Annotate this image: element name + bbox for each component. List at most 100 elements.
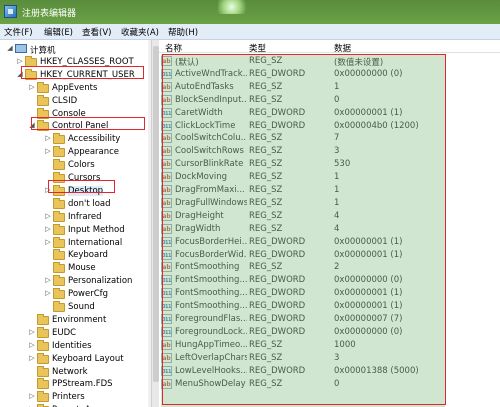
tree-node[interactable]: ▷ PowerCfg (44, 288, 145, 301)
tree-node[interactable]: ◢ 计算机 (6, 43, 145, 56)
tree-node[interactable]: ▷ AppEvents (28, 81, 145, 95)
tree-node[interactable]: Mouse (44, 262, 145, 275)
expand-arrow-icon[interactable]: ▷ (28, 328, 36, 336)
table-row[interactable]: ab BlockSendInput... REG_SZ 0 (159, 94, 500, 106)
table-row[interactable]: 011 FontSmoothing... REG_DWORD 0x00000000 (… (159, 274, 500, 286)
tree-node[interactable]: don't load (44, 197, 145, 211)
window-title: 注册表编辑器 (22, 9, 77, 19)
expand-arrow-icon[interactable]: ▷ (28, 83, 36, 91)
tree-node[interactable]: ▷ Input Method (44, 223, 145, 237)
table-row[interactable]: ab (默认) REG_SZ (数值未设置) (159, 55, 500, 68)
table-row[interactable]: ab CoolSwitchColu... REG_SZ 7 (159, 132, 500, 144)
tree-node[interactable]: ▷ Printers (28, 391, 145, 404)
value-data: 1 (334, 172, 340, 183)
folder-icon (53, 275, 65, 287)
table-row[interactable]: 011 CaretWidth REG_DWORD 0x00000001 (1) (159, 107, 500, 119)
binary-value-icon: 011 (161, 236, 172, 247)
tree-node[interactable]: ▷ Keyboard Layout (28, 352, 145, 366)
tree-node[interactable]: Sound (44, 301, 145, 314)
column-header-data[interactable]: 数据 (334, 42, 351, 54)
tree-node[interactable]: ▷ International (44, 236, 145, 250)
table-row[interactable]: ab FontSmoothing REG_SZ 2 (159, 261, 500, 273)
expand-arrow-icon[interactable]: ▷ (44, 147, 52, 155)
tree-node[interactable]: PPStream.FDS (28, 378, 145, 391)
table-row[interactable]: ab LeftOverlapChars REG_SZ 3 (159, 352, 500, 364)
table-row[interactable]: 011 FontSmoothing... REG_DWORD 0x00000001 (… (159, 287, 500, 299)
table-row[interactable]: ab CursorBlinkRate REG_SZ 530 (159, 158, 500, 170)
table-row[interactable]: 011 ForegroundLock... REG_DWORD 0x00000000 … (159, 326, 500, 338)
expand-arrow-icon[interactable]: ▷ (44, 225, 52, 233)
tree-node[interactable]: Environment (28, 313, 145, 327)
tree-node[interactable]: Network (28, 365, 145, 379)
tree-node[interactable]: ▷ Infrared (44, 210, 145, 224)
menu-view[interactable]: 查看(V) (82, 26, 111, 38)
expand-arrow-icon[interactable]: ▷ (44, 289, 52, 297)
table-row[interactable]: 011 LowLevelHooks... REG_DWORD 0x00001388 (… (159, 365, 500, 377)
table-row[interactable]: ab CoolSwitchRows REG_SZ 3 (159, 145, 500, 157)
registry-tree[interactable]: ◢ 计算机 ▷ HKEY_CLASSES_ROOT ◢ HKEY_CURRENT_USER… (0, 40, 148, 407)
expand-arrow-icon[interactable]: ▷ (28, 354, 36, 362)
expand-arrow-icon[interactable]: ▷ (16, 57, 24, 65)
table-row[interactable]: ab DragFromMaxi... REG_SZ 1 (159, 184, 500, 196)
table-row[interactable]: 011 FocusBorderHei... REG_DWORD 0x00000001 … (159, 236, 500, 248)
tree-node[interactable]: ▷ Identities (28, 339, 145, 353)
tree-scrollbar[interactable] (151, 40, 159, 407)
expand-arrow-icon[interactable]: ▷ (44, 134, 52, 142)
column-header-type[interactable]: 类型 (249, 42, 266, 54)
tree-node-label: PPStream.FDS (52, 379, 113, 390)
tree-node[interactable]: Keyboard (44, 249, 145, 262)
binary-value-icon: 011 (161, 301, 172, 312)
expand-arrow-icon[interactable]: ▷ (44, 212, 52, 220)
collapse-arrow-icon[interactable]: ◢ (28, 121, 36, 129)
tree-node[interactable]: ▷ Accessibility (44, 133, 145, 146)
table-row[interactable]: ab MenuShowDelay REG_SZ 0 (159, 378, 500, 390)
tree-node-label: PowerCfg (68, 289, 109, 300)
expand-arrow-icon[interactable]: ▷ (44, 276, 52, 284)
collapse-arrow-icon[interactable]: ◢ (6, 44, 14, 52)
table-row[interactable]: 011 FontSmoothing... REG_DWORD 0x00000001 (… (159, 300, 500, 312)
collapse-arrow-icon[interactable]: ◢ (16, 70, 24, 78)
table-row[interactable]: 011 ClickLockTime REG_DWORD 0x000004b0 (120… (159, 120, 500, 132)
tree-node[interactable]: Colors (44, 159, 145, 172)
tree-node[interactable]: ▷ Personalization (44, 275, 145, 288)
menu-file[interactable]: 文件(F) (4, 26, 33, 38)
menu-favorites[interactable]: 收藏夹(A) (121, 26, 159, 38)
expand-arrow-icon[interactable]: ▷ (28, 341, 36, 349)
table-row[interactable]: ab DragFullWindows REG_SZ 1 (159, 197, 500, 209)
table-row[interactable]: 011 ForegroundFlas... REG_DWORD 0x00000007 … (159, 313, 500, 325)
tree-node[interactable]: ▷ Desktop (44, 184, 145, 198)
tree-node[interactable]: ◢ HKEY_CURRENT_USER (16, 68, 145, 82)
expand-arrow-icon[interactable]: ▷ (44, 238, 52, 246)
value-type: REG_DWORD (249, 68, 306, 79)
tree-node[interactable]: ▷ EUDC (28, 326, 145, 340)
column-header-name[interactable]: 名称 (165, 42, 182, 54)
binary-value-icon: 011 (161, 314, 172, 324)
tree-node[interactable]: Cursors (44, 172, 145, 185)
tree-node[interactable]: ◢ Control Panel (28, 120, 145, 133)
tree-node[interactable]: ▷ Appearance (44, 146, 145, 159)
table-row[interactable]: 011 ActiveWndTrack... REG_DWORD 0x00000000 … (159, 68, 500, 80)
table-row[interactable]: ab DockMoving REG_SZ 1 (159, 171, 500, 183)
expand-arrow-icon[interactable]: ▷ (44, 186, 52, 194)
expand-arrow-icon[interactable]: ▷ (28, 392, 36, 400)
table-row[interactable]: 011 FocusBorderWid... REG_DWORD 0x00000001 … (159, 249, 500, 261)
menu-help[interactable]: 帮助(H) (168, 26, 198, 38)
table-row[interactable]: ab AutoEndTasks REG_SZ 1 (159, 81, 500, 93)
tree-node[interactable]: ▷ HKEY_CLASSES_ROOT (16, 55, 145, 69)
string-value-icon: ab (161, 133, 172, 144)
tree-node[interactable]: CLSID (28, 94, 145, 108)
menu-edit[interactable]: 编辑(E) (44, 26, 73, 38)
value-data: 0x00000000 (0) (334, 68, 403, 79)
folder-icon (37, 339, 49, 351)
string-value-icon: ab (161, 197, 172, 208)
folder-icon (37, 107, 49, 119)
value-data: 3 (334, 352, 340, 363)
value-data: 0x00001388 (5000) (334, 365, 419, 376)
value-type: REG_SZ (249, 94, 283, 105)
table-row[interactable]: ab DragHeight REG_SZ 4 (159, 210, 500, 222)
table-row[interactable]: ab DragWidth REG_SZ 4 (159, 223, 500, 235)
tree-node[interactable]: Console (28, 107, 145, 121)
table-row[interactable]: ab HungAppTimeo... REG_SZ 1000 (159, 339, 500, 351)
tree-node-label: Keyboard Layout (52, 353, 124, 364)
folder-icon (37, 326, 49, 338)
